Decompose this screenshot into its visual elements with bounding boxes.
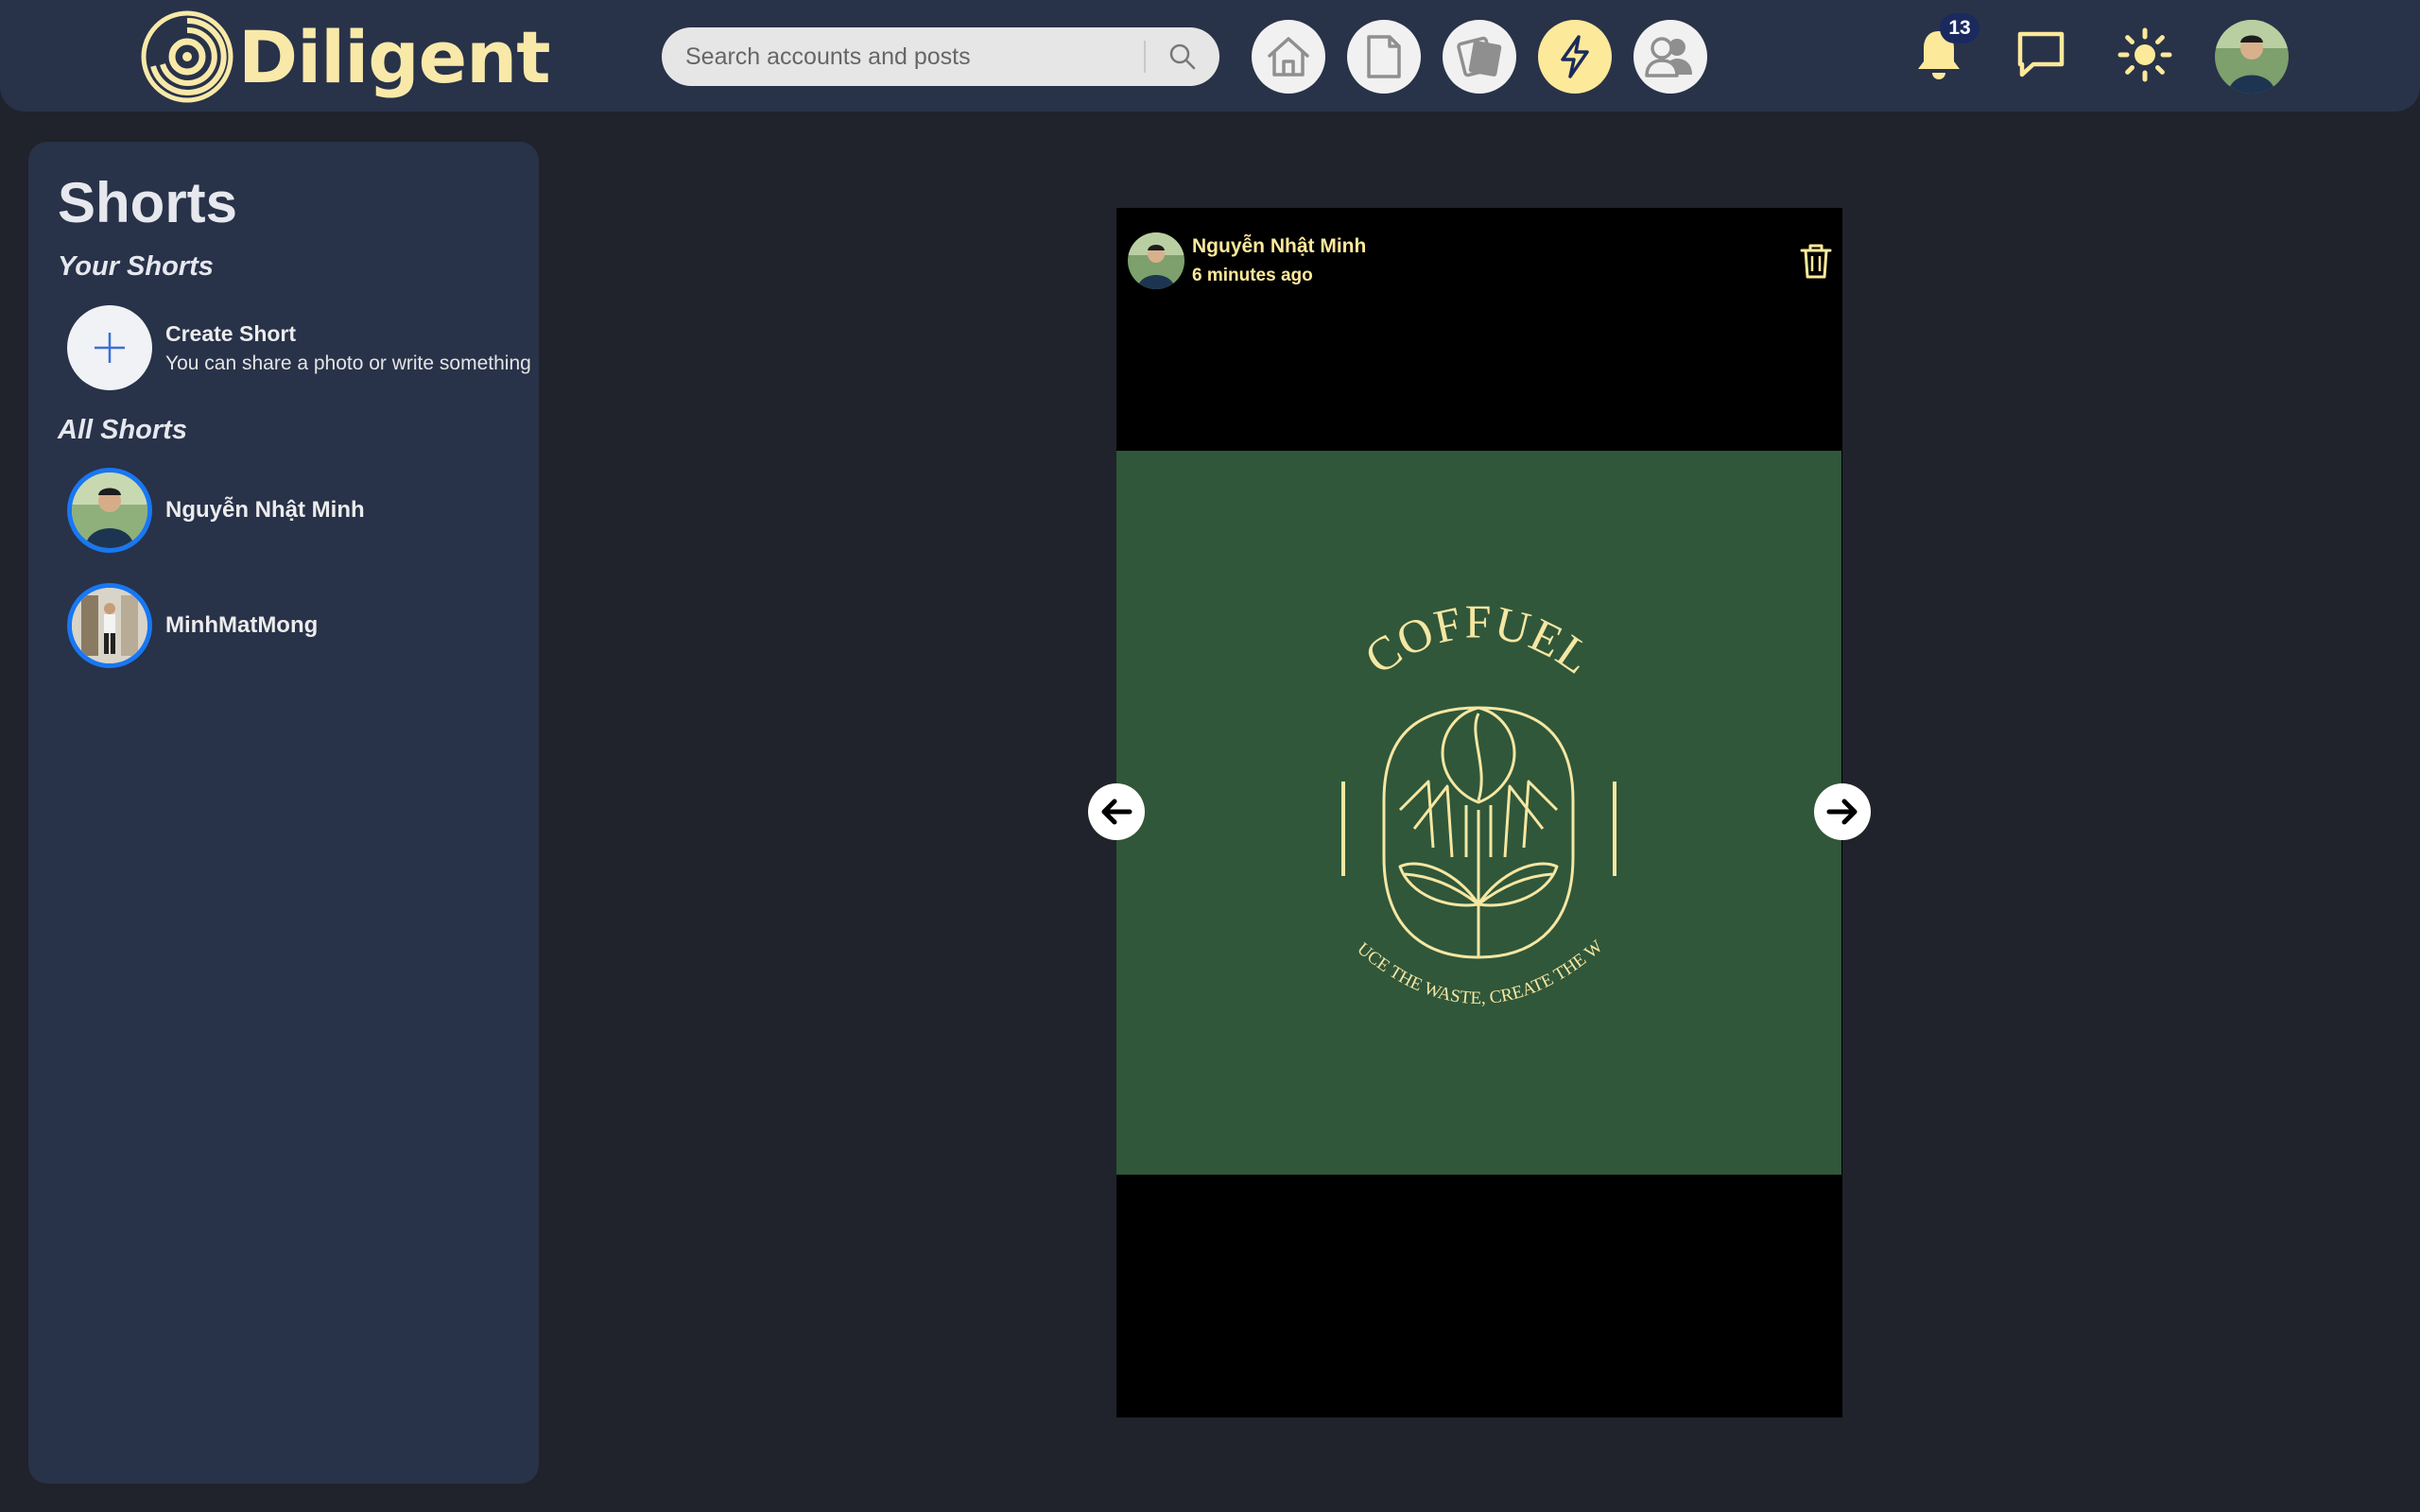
create-short-subtitle: You can share a photo or write something: [165, 352, 531, 374]
plus-icon: [95, 333, 125, 363]
short-viewer: Nguyễn Nhật Minh 6 minutes ago COFFUEL U…: [1110, 208, 1842, 1418]
search-button[interactable]: [1146, 27, 1219, 86]
nav-gallery-button[interactable]: [1443, 20, 1516, 94]
home-icon: [1268, 37, 1309, 77]
messages-button[interactable]: [2003, 17, 2079, 93]
short-avatar: [67, 583, 152, 668]
logo-tagline: REDUCE THE WASTE, CREATE THE WAYS: [1116, 451, 1607, 1008]
delete-short-button[interactable]: [1799, 242, 1833, 280]
short-author-name: Nguyễn Nhật Minh: [165, 497, 365, 523]
top-navbar: Diligent Search accounts and posts 13: [0, 0, 2420, 112]
trash-icon: [1800, 244, 1832, 279]
create-short-title: Create Short: [165, 320, 297, 346]
next-short-button[interactable]: [1814, 783, 1871, 840]
app-logo[interactable]: Diligent: [140, 9, 551, 104]
app-name: Diligent: [238, 14, 551, 99]
users-icon: [1645, 37, 1692, 77]
nav-shorts-button[interactable]: [1538, 20, 1612, 94]
short-avatar: [67, 468, 152, 553]
your-shorts-heading: Your Shorts: [58, 251, 214, 282]
short-image: COFFUEL REDUCE THE WASTE: [1110, 436, 1841, 1175]
sidebar-title: Shorts: [58, 171, 238, 234]
logo-title: COFFUEL: [1356, 594, 1602, 684]
theme-toggle-button[interactable]: [2107, 17, 2183, 93]
arrow-left-icon: [1101, 799, 1132, 825]
all-shorts-heading: All Shorts: [58, 415, 187, 445]
post-header: Nguyễn Nhật Minh 6 minutes ago: [1128, 232, 1366, 289]
post-author-name[interactable]: Nguyễn Nhật Minh: [1192, 235, 1366, 258]
short-author-name: MinhMatMong: [165, 612, 319, 638]
plus-icon-circle: [67, 305, 152, 390]
short-item[interactable]: Nguyễn Nhật Minh: [67, 467, 521, 554]
nav-home-button[interactable]: [1252, 20, 1325, 94]
cards-icon: [1457, 36, 1502, 77]
avatar-photo: [72, 472, 147, 548]
post-timestamp: 6 minutes ago: [1192, 266, 1313, 285]
nav-friends-button[interactable]: [1634, 20, 1707, 94]
short-item[interactable]: MinhMatMong: [67, 582, 521, 669]
logo-spiral-icon: [141, 10, 233, 103]
coffuel-logo-image: COFFUEL REDUCE THE WASTE: [1110, 436, 1616, 1008]
previous-short-button[interactable]: [1088, 783, 1145, 840]
user-avatar-photo: [2215, 20, 2289, 94]
arrow-right-icon: [1826, 799, 1858, 825]
notification-count-badge: 13: [1940, 13, 1979, 43]
create-short-button[interactable]: Create Short You can share a photo or wr…: [67, 304, 531, 391]
search-input[interactable]: [662, 27, 1144, 86]
post-author-avatar[interactable]: [1128, 232, 1184, 289]
nav-posts-button[interactable]: [1347, 20, 1421, 94]
chat-icon: [2017, 31, 2065, 77]
search-icon: [1169, 43, 1196, 70]
profile-avatar[interactable]: [2215, 20, 2289, 94]
lightning-icon: [1561, 35, 1589, 78]
document-icon: [1367, 35, 1401, 78]
shorts-sidebar: Shorts Your Shorts Create Short You can …: [28, 142, 539, 1484]
avatar-photo: [1128, 232, 1184, 289]
sun-icon: [2118, 27, 2172, 82]
avatar-photo: [72, 588, 147, 663]
search-bar: [662, 27, 1219, 86]
